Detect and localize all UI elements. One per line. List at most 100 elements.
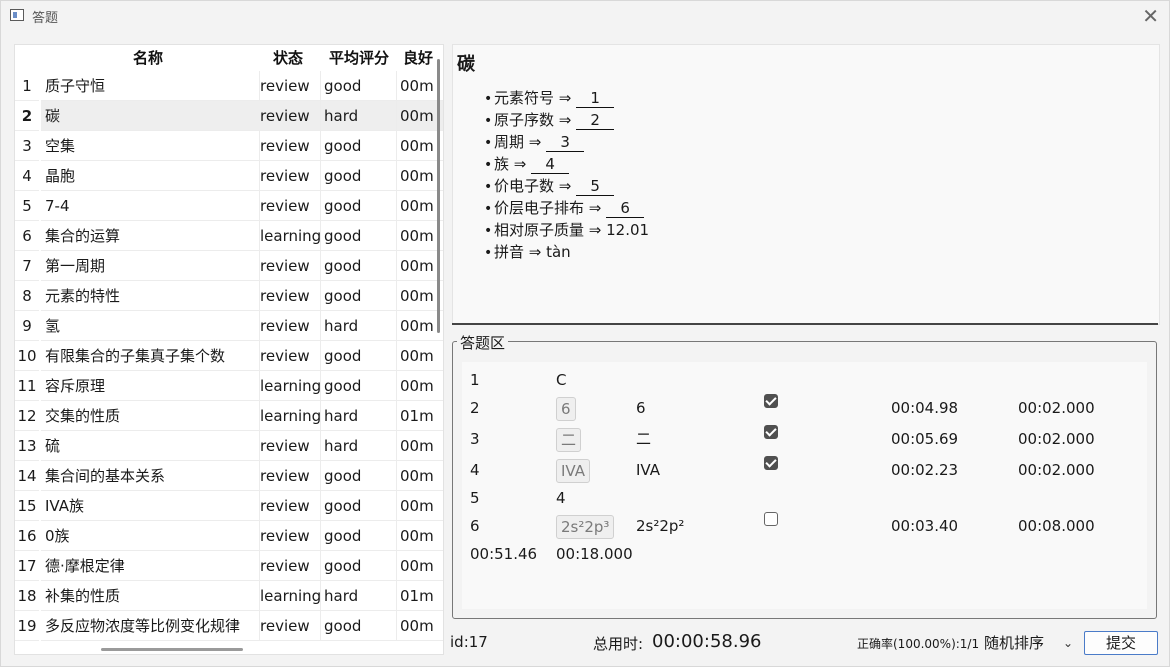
field-label: 元素符号 ⇒ [494,89,577,107]
table-row[interactable]: 16 0族 review good 00m [15,521,443,551]
table-row[interactable]: 18 补集的性质 learning hard 01m [15,581,443,611]
row-name: 7-4 [41,191,260,221]
field-label: 价电子数 ⇒ [494,177,577,195]
field-blank: 3 [546,133,585,152]
row-score: good [321,281,397,311]
splitter-handle[interactable] [452,323,1158,325]
answer-row: 3 二 二 00:05.69 00:02.000 [462,425,1147,453]
row-good: 00m [397,551,443,581]
correct-checkbox[interactable] [764,512,778,526]
total-time-label: 总用时: [593,635,644,653]
row-name: 硫 [41,431,260,461]
table-row[interactable]: 13 硫 review hard 00m [15,431,443,461]
answer-limit: 00:02.000 [1018,399,1095,417]
card-table[interactable]: 名称 状态 平均评分 良好 1 质子守恒 review good 00m 2 碳 review… [14,44,444,655]
row-index: 6 [15,221,39,251]
correct-checkbox[interactable] [764,394,778,408]
row-status: review [257,341,321,371]
user-answer: IVA [636,461,660,479]
close-icon[interactable]: ✕ [1142,4,1159,28]
table-row[interactable]: 2 碳 review hard 00m [15,101,443,131]
row-status: review [257,251,321,281]
correct-checkbox[interactable] [764,425,778,439]
chevron-down-icon: ⌄ [1062,636,1073,650]
table-row[interactable]: 10 有限集合的子集真子集个数 review good 00m [15,341,443,371]
row-score: good [321,71,397,101]
correct-checkbox[interactable] [764,456,778,470]
table-row[interactable]: 17 德·摩根定律 review good 00m [15,551,443,581]
table-row[interactable]: 9 氢 review hard 00m [15,311,443,341]
row-good: 00m [397,371,443,401]
bullet-icon: • [484,135,493,151]
answer-row: 1C [462,366,1147,394]
field-blank: 1 [576,89,615,108]
row-good: 00m [397,521,443,551]
answer-limit: 00:02.000 [1018,461,1095,479]
row-status: learning [257,581,321,611]
summary-limit: 00:18.000 [556,545,633,563]
card-field: • 价层电子排布 ⇒ 6 [484,197,649,219]
row-index: 10 [15,341,39,371]
row-good: 00m [397,341,443,371]
answer-number: 5 [470,489,480,507]
table-row[interactable]: 7 第一周期 review good 00m [15,251,443,281]
row-status: review [257,161,321,191]
field-label: 拼音 ⇒ tàn [494,243,571,261]
table-row[interactable]: 8 元素的特性 review good 00m [15,281,443,311]
accuracy-text: 正确率(100.00%):1/1 [857,637,980,651]
row-score: hard [321,311,397,341]
table-row[interactable]: 12 交集的性质 learning hard 01m [15,401,443,431]
submit-button[interactable]: 提交 [1084,631,1158,655]
table-row[interactable]: 3 空集 review good 00m [15,131,443,161]
row-name: 空集 [41,131,260,161]
header-good[interactable]: 良好 [398,45,438,71]
correct-answer-chip: 6 [556,397,576,421]
row-name: 晶胞 [41,161,260,191]
card-title: 碳 [457,54,475,75]
table-row[interactable]: 6 集合的运算 learning good 00m [15,221,443,251]
table-row[interactable]: 1 质子守恒 review good 00m [15,71,443,101]
row-score: good [321,551,397,581]
table-row[interactable]: 5 7-4 review good 00m [15,191,443,221]
field-label: 价层电子排布 ⇒ [494,199,607,217]
answer-number: 4 [470,461,480,479]
row-status: learning [257,401,321,431]
correct-answer-chip: 二 [556,428,582,452]
row-status: review [257,71,321,101]
table-row[interactable]: 4 晶胞 review good 00m [15,161,443,191]
row-name: 有限集合的子集真子集个数 [41,341,260,371]
field-label: 族 ⇒ [494,155,532,173]
row-index: 18 [15,581,39,611]
row-score: hard [321,581,397,611]
row-name: 交集的性质 [41,401,260,431]
given-answer: C [556,371,567,389]
row-score: hard [321,101,397,131]
header-name[interactable]: 名称 [41,45,255,71]
row-status: review [257,131,321,161]
answer-legend: 答题区 [457,332,509,353]
row-score: good [321,251,397,281]
row-index: 17 [15,551,39,581]
vertical-scrollbar[interactable] [437,59,440,333]
card-fields: • 元素符号 ⇒ 1 • 原子序数 ⇒ 2 • 周期 ⇒ 3 • 族 ⇒ 4 • 价电子数 ⇒ 5… [484,87,649,263]
header-status[interactable]: 状态 [257,45,319,71]
header-score[interactable]: 平均评分 [321,45,397,71]
table-row[interactable]: 14 集合间的基本关系 review good 00m [15,461,443,491]
table-row[interactable]: 15 IVA族 review good 00m [15,491,443,521]
row-score: good [321,191,397,221]
user-answer: 6 [636,399,646,417]
table-row[interactable]: 11 容斥原理 learning good 00m [15,371,443,401]
answer-number: 6 [470,517,480,535]
row-index: 2 [15,101,39,131]
field-blank: 5 [576,177,615,196]
answer-number: 1 [470,371,480,389]
table-header: 名称 状态 平均评分 良好 [15,45,443,71]
sort-select[interactable]: 随机排序 ⌄ [984,631,1077,655]
window-title: 答题 [32,11,59,26]
card-display: 碳 • 元素符号 ⇒ 1 • 原子序数 ⇒ 2 • 周期 ⇒ 3 • 族 ⇒ 4 • 价电子数 ⇒… [452,44,1160,325]
total-time-value: 00:00:58.96 [652,631,762,652]
row-index: 12 [15,401,39,431]
bullet-icon: • [484,179,493,195]
row-good: 01m [397,581,443,611]
answer-row: 2 6 6 00:04.98 00:02.000 [462,394,1147,422]
